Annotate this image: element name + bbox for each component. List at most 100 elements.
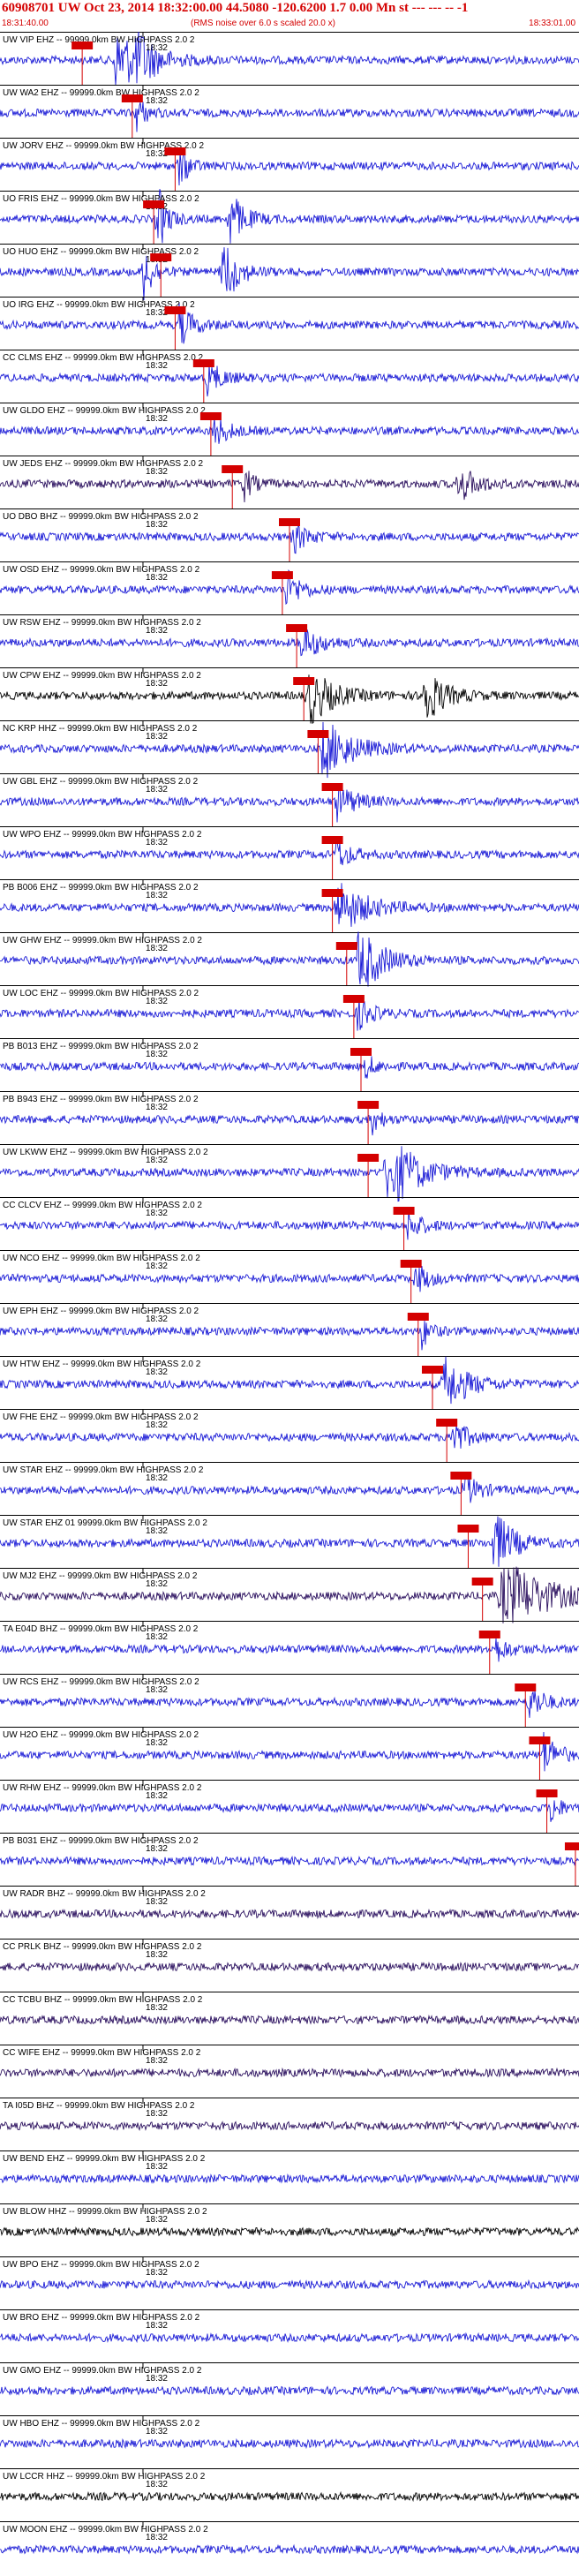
waveform [0, 997, 579, 1031]
waveform [0, 838, 579, 866]
tick-label: 18:32 [146, 944, 168, 953]
station-label: UW STAR EHZ 01 99999.0km BW HIGHPASS 2.0… [3, 1518, 207, 1528]
trace-row: UW STAR EHZ 01 99999.0km BW HIGHPASS 2.0… [0, 1515, 579, 1568]
tick-label: 18:32 [146, 1209, 168, 1218]
trace-row: UW BPO EHZ -- 99999.0km BW HIGHPASS 2.0 … [0, 2256, 579, 2290]
waveform [0, 1112, 579, 1136]
waveform [0, 1691, 579, 1718]
trace-row: UW LOC EHZ -- 99999.0km BW HIGHPASS 2.0 … [0, 985, 579, 1038]
trace-row: UW BRO EHZ -- 99999.0km BW HIGHPASS 2.0 … [0, 2309, 579, 2344]
trace-row: UO FRIS EHZ -- 99999.0km BW HIGHPASS 2.0… [0, 189, 579, 244]
trace-row: UW MJ2 EHZ -- 99999.0km BW HIGHPASS 2.0 … [0, 1566, 579, 1623]
station-label: UW CPW EHZ -- 99999.0km BW HIGHPASS 2.0 … [3, 671, 201, 681]
waveform [0, 2490, 579, 2503]
trace-row: UW JEDS EHZ -- 99999.0km BW HIGHPASS 2.0… [0, 456, 579, 508]
station-label: UW LOC EHZ -- 99999.0km BW HIGHPASS 2.0 … [3, 989, 199, 998]
tick-label: 18:32 [146, 1473, 168, 1483]
waveform [0, 1908, 579, 1919]
chart-header: 60908701 UW Oct 23, 2014 18:32:00.00 44.… [0, 0, 579, 32]
station-label: UW HTW EHZ -- 99999.0km BW HIGHPASS 2.0 … [3, 1360, 201, 1369]
station-label: UO DBO BHZ -- 99999.0km BW HIGHPASS 2.0 … [3, 512, 199, 522]
tick-label: 18:32 [146, 2162, 168, 2172]
trace-row: UW WA2 EHZ -- 99999.0km BW HIGHPASS 2.0 … [0, 85, 579, 138]
station-label: PB B006 EHZ -- 99999.0km BW HIGHPASS 2.0… [3, 883, 199, 893]
tick-label: 18:32 [146, 2321, 168, 2331]
station-label: UW EPH EHZ -- 99999.0km BW HIGHPASS 2.0 … [3, 1307, 199, 1316]
tick-label: 18:32 [146, 361, 168, 371]
waveform [0, 149, 579, 186]
trace-row: UW HBO EHZ -- 99999.0km BW HIGHPASS 2.0 … [0, 2415, 579, 2450]
tick-label: 18:32 [146, 2056, 168, 2066]
waveform [0, 2120, 579, 2132]
waveform [0, 471, 579, 503]
station-label: UW JEDS EHZ -- 99999.0km BW HIGHPASS 2.0… [3, 459, 204, 469]
station-label: CC CLMS EHZ -- 99999.0km BW HIGHPASS 2.0… [3, 353, 204, 363]
tick-label: 18:32 [146, 1367, 168, 1377]
trace-row: UW BEND EHZ -- 99999.0km BW HIGHPASS 2.0… [0, 2150, 579, 2184]
station-label: UW HBO EHZ -- 99999.0km BW HIGHPASS 2.0 … [3, 2419, 200, 2429]
tick-label: 18:32 [146, 1738, 168, 1748]
waveform [0, 1800, 579, 1822]
trace-row: UO IRG EHZ -- 99999.0km BW HIGHPASS 2.0 … [0, 297, 579, 350]
trace-row: UW RADR BHZ -- 99999.0km BW HIGHPASS 2.0… [0, 1886, 579, 1919]
tick-label: 18:32 [146, 785, 168, 795]
pick-marker [564, 1842, 579, 1850]
trace-row: UW GHW EHZ -- 99999.0km BW HIGHPASS 2.0 … [0, 931, 579, 987]
waveform [0, 418, 579, 444]
tick-label: 18:32 [146, 626, 168, 636]
start-time: 18:31:40.00 [2, 19, 49, 28]
station-label: CC CLCV EHZ -- 99999.0km BW HIGHPASS 2.0… [3, 1201, 202, 1210]
tick-label: 18:32 [146, 2533, 168, 2542]
waveform [0, 2014, 579, 2025]
seismogram-plot: UW VIP EHZ -- 99999.0km BW HIGHPASS 2.0 … [0, 32, 579, 2555]
trace-row: PB B943 EHZ -- 99999.0km BW HIGHPASS 2.0… [0, 1091, 579, 1144]
waveform [0, 674, 579, 724]
station-label: TA E04D BHZ -- 99999.0km BW HIGHPASS 2.0… [3, 1624, 199, 1634]
trace-row: UW GMO EHZ -- 99999.0km BW HIGHPASS 2.0 … [0, 2362, 579, 2397]
tick-label: 18:32 [146, 2268, 168, 2278]
station-label: PB B031 EHZ -- 99999.0km BW HIGHPASS 2.0… [3, 1836, 199, 1846]
trace-row: UW VIP EHZ -- 99999.0km BW HIGHPASS 2.0 … [0, 32, 579, 86]
trace-row: UW OSD EHZ -- 99999.0km BW HIGHPASS 2.0 … [0, 561, 579, 614]
trace-row: CC PRLK BHZ -- 99999.0km BW HIGHPASS 2.0… [0, 1939, 579, 1973]
trace-row: UW EPH EHZ -- 99999.0km BW HIGHPASS 2.0 … [0, 1303, 579, 1356]
tick-label: 18:32 [146, 2480, 168, 2489]
waveform [0, 2543, 579, 2555]
tick-label: 18:32 [146, 96, 168, 106]
station-label: PB B943 EHZ -- 99999.0km BW HIGHPASS 2.0… [3, 1095, 199, 1104]
station-label: UW BLOW HHZ -- 99999.0km BW HIGHPASS 2.0… [3, 2207, 207, 2217]
trace-row: UW WPO EHZ -- 99999.0km BW HIGHPASS 2.0 … [0, 826, 579, 879]
tick-label: 18:32 [146, 2215, 168, 2225]
event-title: 60908701 UW Oct 23, 2014 18:32:00.00 44.… [2, 1, 469, 15]
station-label: UW BRO EHZ -- 99999.0km BW HIGHPASS 2.0 … [3, 2313, 200, 2323]
tick-label: 18:32 [146, 1314, 168, 1324]
tick-label: 18:32 [146, 1050, 168, 1059]
station-label: UW RCS EHZ -- 99999.0km BW HIGHPASS 2.0 … [3, 1677, 199, 1687]
station-label: UW GMO EHZ -- 99999.0km BW HIGHPASS 2.0 … [3, 2366, 202, 2376]
tick-label: 18:32 [146, 467, 168, 477]
tick-label: 18:32 [146, 1526, 168, 1536]
trace-row: UO DBO BHZ -- 99999.0km BW HIGHPASS 2.0 … [0, 508, 579, 561]
trace-row: CC WIFE EHZ -- 99999.0km BW HIGHPASS 2.0… [0, 2045, 579, 2078]
waveform [0, 102, 579, 132]
station-label: UW H2O EHZ -- 99999.0km BW HIGHPASS 2.0 … [3, 1730, 199, 1740]
tick-label: 18:32 [146, 2003, 168, 2013]
waveform [0, 1266, 579, 1292]
tick-label: 18:32 [146, 43, 168, 53]
trace-row: TA I05D BHZ -- 99999.0km BW HIGHPASS 2.0… [0, 2098, 579, 2132]
trace-row: UO HUO EHZ -- 99999.0km BW HIGHPASS 2.0 … [0, 244, 579, 301]
waveform [0, 1855, 579, 1867]
trace-row: CC CLMS EHZ -- 99999.0km BW HIGHPASS 2.0… [0, 350, 579, 403]
station-label: UW FHE EHZ -- 99999.0km BW HIGHPASS 2.0 … [3, 1412, 199, 1422]
tick-label: 18:32 [146, 1632, 168, 1642]
scale-note: (RMS noise over 6.0 s scaled 20.0 x) [191, 19, 335, 28]
waveform [0, 1209, 579, 1240]
waveform [0, 2067, 579, 2078]
tick-label: 18:32 [146, 2427, 168, 2437]
tick-label: 18:32 [146, 891, 168, 900]
trace-row: UW CPW EHZ -- 99999.0km BW HIGHPASS 2.0 … [0, 667, 579, 724]
trace-row: TA E04D BHZ -- 99999.0km BW HIGHPASS 2.0… [0, 1621, 579, 1674]
tick-label: 18:32 [146, 1420, 168, 1430]
station-label: UW RADR BHZ -- 99999.0km BW HIGHPASS 2.0… [3, 1889, 206, 1899]
trace-row: UW MOON EHZ -- 99999.0km BW HIGHPASS 2.0… [0, 2521, 579, 2555]
